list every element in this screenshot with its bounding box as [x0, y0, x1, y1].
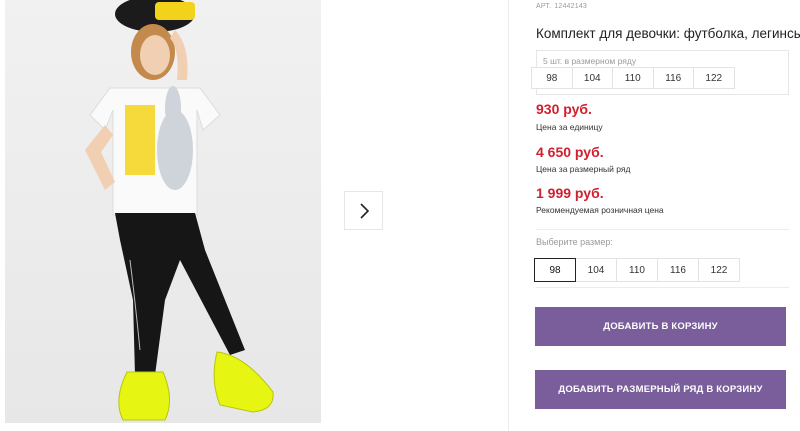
retail-price: 1 999 руб.	[536, 185, 604, 201]
article-value: 12442143	[554, 3, 588, 10]
size-option-104[interactable]: 104	[575, 258, 617, 282]
article-number: АРТ. 12442143	[536, 3, 587, 10]
size-range-list: 98 104 110 116 122	[531, 67, 735, 89]
size-option-110[interactable]: 110	[616, 258, 658, 282]
size-select-list: 98 104 110 116 122	[534, 258, 740, 282]
size-range-label: 5 шт. в размерном ряду	[543, 56, 637, 66]
product-info-panel: АРТ. 12442143 Комплект для девочки: футбо…	[509, 0, 800, 431]
range-price-note: Цена за размерный ряд	[536, 164, 631, 174]
chevron-right-icon	[359, 202, 369, 219]
size-select-label: Выберите размер:	[536, 237, 613, 247]
size-range-item: 122	[693, 67, 735, 89]
article-label: АРТ.	[536, 3, 552, 10]
product-photo-illustration	[85, 0, 274, 421]
add-range-to-cart-button[interactable]: ДОБАВИТЬ РАЗМЕРНЫЙ РЯД В КОРЗИНУ	[535, 370, 786, 409]
gallery-next-button[interactable]	[344, 191, 383, 230]
product-title: Комплект для девочки: футболка, легинсы	[536, 26, 800, 41]
size-range-item: 110	[612, 67, 654, 89]
size-option-98-selected[interactable]: 98	[534, 258, 576, 282]
unit-price-note: Цена за единицу	[536, 122, 603, 132]
product-photo[interactable]	[5, 0, 321, 423]
range-price: 4 650 руб.	[536, 144, 604, 160]
size-range-item: 104	[571, 67, 613, 89]
add-to-cart-button[interactable]: ДОБАВИТЬ В КОРЗИНУ	[535, 307, 786, 346]
product-gallery	[0, 0, 508, 431]
size-range-item: 116	[652, 67, 694, 89]
size-option-116[interactable]: 116	[657, 258, 699, 282]
unit-price: 930 руб.	[536, 101, 592, 117]
size-option-122[interactable]: 122	[698, 258, 740, 282]
size-range-item: 98	[531, 67, 573, 89]
retail-price-note: Рекомендуемая розничная цена	[536, 205, 664, 215]
